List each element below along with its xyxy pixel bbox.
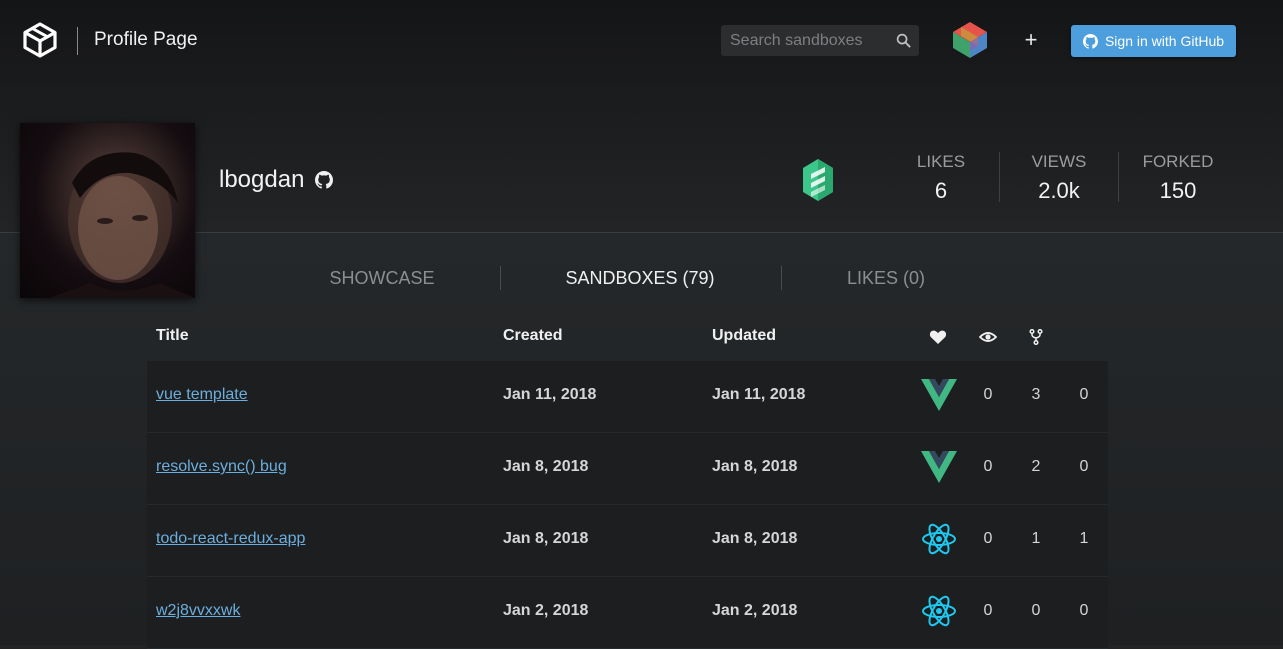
tab-divider [500, 266, 501, 290]
stat-label: LIKES [916, 152, 966, 171]
eye-icon [979, 332, 997, 342]
search-box[interactable] [721, 25, 919, 56]
stat-forked: FORKED 150 [1118, 152, 1238, 204]
table-row[interactable]: w2j8vvxxwk Jan 2, 2018 Jan 2, 2018 0 0 0 [147, 577, 1108, 649]
views-count: 2 [1031, 458, 1041, 475]
stat-value: 6 [934, 178, 948, 203]
created-date: Jan 2, 2018 [503, 602, 589, 619]
github-signin-button[interactable]: Sign in with GitHub [1071, 25, 1236, 57]
github-signin-label: Sign in with GitHub [1104, 33, 1225, 49]
sandbox-title-link[interactable]: vue template [156, 386, 248, 404]
search-icon[interactable] [896, 33, 911, 48]
patron-badge-icon [803, 159, 833, 201]
table-row[interactable]: todo-react-redux-app Jan 8, 2018 Jan 8, … [147, 505, 1108, 577]
views-count: 1 [1031, 530, 1041, 547]
tab-divider [781, 266, 782, 290]
forks-count: 0 [1079, 602, 1089, 619]
updated-date: Jan 8, 2018 [712, 530, 798, 547]
created-date: Jan 8, 2018 [503, 530, 589, 547]
username: lbogdan [219, 166, 305, 193]
likes-count: 0 [983, 386, 993, 403]
github-profile-icon[interactable] [315, 171, 333, 189]
patron-cube-icon[interactable] [950, 20, 990, 60]
stat-label: VIEWS [1031, 152, 1087, 171]
search-input[interactable] [721, 25, 891, 56]
header-divider [77, 27, 78, 55]
updated-date: Jan 2, 2018 [712, 602, 798, 619]
avatar [20, 123, 195, 298]
sandbox-title-link[interactable]: w2j8vvxxwk [156, 602, 240, 620]
avatar-portrait [50, 152, 195, 298]
likes-count: 0 [983, 458, 993, 475]
react-icon [922, 595, 956, 627]
created-date: Jan 11, 2018 [503, 386, 597, 403]
table-row[interactable]: vue template Jan 11, 2018 Jan 11, 2018 0… [147, 361, 1108, 433]
react-icon [922, 523, 956, 555]
tab-showcase[interactable]: SHOWCASE [292, 268, 472, 289]
views-count: 0 [1031, 602, 1041, 619]
stat-views: VIEWS 2.0k [999, 152, 1119, 204]
vue-icon [921, 379, 957, 411]
sandbox-title-link[interactable]: todo-react-redux-app [156, 530, 305, 548]
column-header-updated[interactable]: Updated [712, 327, 776, 345]
likes-count: 0 [983, 602, 993, 619]
new-sandbox-button[interactable]: + [1022, 28, 1040, 52]
forks-count: 1 [1079, 530, 1089, 547]
stat-value: 150 [1159, 178, 1197, 203]
updated-date: Jan 8, 2018 [712, 458, 798, 475]
forks-count: 0 [1079, 386, 1089, 403]
codesandbox-logo-icon[interactable] [22, 22, 58, 58]
table-row[interactable]: resolve.sync() bug Jan 8, 2018 Jan 8, 20… [147, 433, 1108, 505]
updated-date: Jan 11, 2018 [712, 386, 806, 403]
views-count: 3 [1031, 386, 1041, 403]
stat-value: 2.0k [1038, 178, 1080, 203]
stat-label: FORKED [1142, 152, 1214, 171]
fork-icon [1029, 329, 1043, 345]
stat-likes: LIKES 6 [881, 152, 1001, 204]
sandbox-title-link[interactable]: resolve.sync() bug [156, 458, 287, 476]
forks-count: 0 [1079, 458, 1089, 475]
github-icon [1082, 33, 1098, 49]
page-title: Profile Page [94, 29, 198, 50]
column-header-title[interactable]: Title [156, 327, 189, 345]
vue-icon [921, 451, 957, 483]
heart-icon [929, 330, 947, 344]
tab-likes[interactable]: LIKES (0) [796, 268, 976, 289]
likes-count: 0 [983, 530, 993, 547]
created-date: Jan 8, 2018 [503, 458, 589, 475]
column-header-created[interactable]: Created [503, 327, 563, 345]
tab-sandboxes[interactable]: SANDBOXES (79) [530, 268, 750, 289]
